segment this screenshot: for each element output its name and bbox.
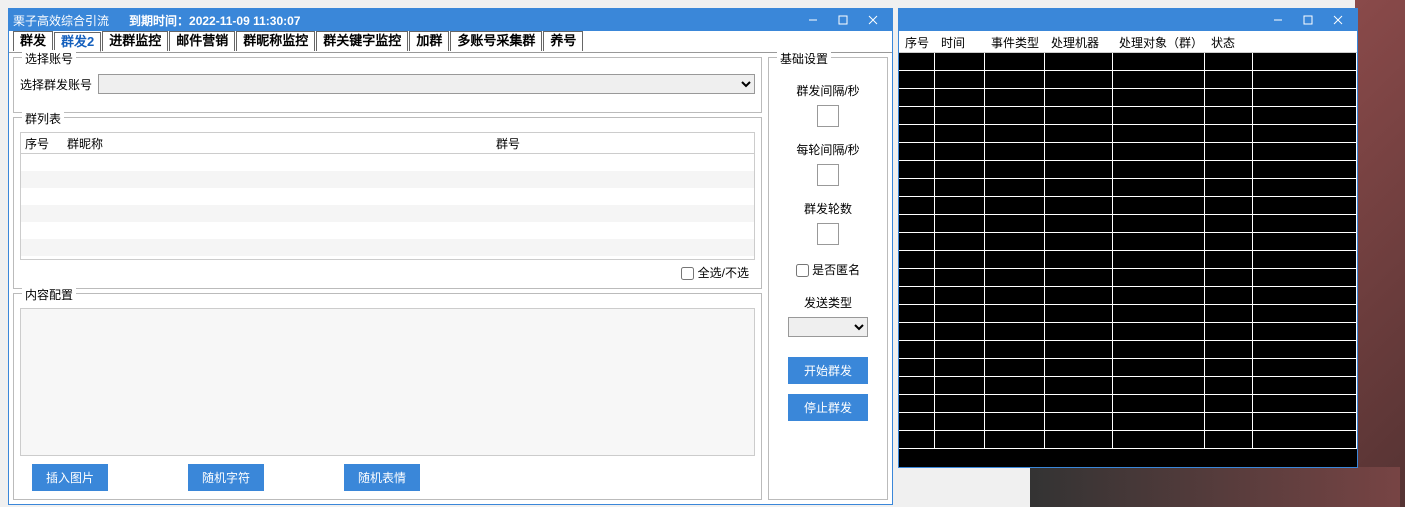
round-interval-label: 每轮间隔/秒 [775,141,881,158]
select-all-label: 全选/不选 [698,266,749,280]
log-header: 序号 时间 事件类型 处理机器人 处理对象（群） 状态 [899,31,1357,53]
settings-groupbox: 基础设置 群发间隔/秒 每轮间隔/秒 群发轮数 是否匿名 [768,57,888,500]
grouplist-box-title: 群列表 [22,110,64,127]
random-emoji-button[interactable]: 随机表情 [344,464,420,491]
log-minimize-button[interactable] [1263,9,1293,31]
anonymous-checkbox[interactable] [796,264,809,277]
rounds-label: 群发轮数 [775,200,881,217]
send-type-select[interactable] [788,317,868,337]
tab-1[interactable]: 群发2 [54,32,101,52]
log-col-target: 处理对象（群） [1113,31,1205,52]
log-col-time: 时间 [935,31,985,52]
random-text-button[interactable]: 随机字符 [188,464,264,491]
select-all-checkbox[interactable] [681,267,694,280]
tab-4[interactable]: 群昵称监控 [236,31,315,51]
col-nickname: 群昵称 [65,135,494,152]
close-button[interactable] [858,9,888,31]
tab-6[interactable]: 加群 [409,31,449,51]
send-interval-label: 群发间隔/秒 [775,82,881,99]
log-maximize-button[interactable] [1293,9,1323,31]
tab-7[interactable]: 多账号采集群 [450,31,542,51]
minimize-button[interactable] [798,9,828,31]
content-textarea[interactable] [20,308,755,456]
anonymous-label: 是否匿名 [812,263,860,277]
app-title: 栗子高效综合引流 [13,12,109,29]
col-groupid: 群号 [494,135,754,152]
log-col-index: 序号 [899,31,935,52]
log-close-button[interactable] [1323,9,1353,31]
col-index: 序号 [21,135,65,152]
log-col-status: 状态 [1205,31,1253,52]
account-select-label: 选择群发账号 [20,76,92,93]
grouplist-header: 序号 群昵称 群号 [20,132,755,154]
log-grid[interactable] [899,53,1357,467]
tab-8[interactable]: 养号 [543,31,583,51]
send-type-label: 发送类型 [775,294,881,311]
log-col-bot: 处理机器人 [1045,31,1113,52]
account-box-title: 选择账号 [22,50,76,67]
tab-0[interactable]: 群发 [13,31,53,51]
settings-box-title: 基础设置 [777,50,831,67]
start-button[interactable]: 开始群发 [788,357,868,384]
grouplist-body[interactable] [20,154,755,260]
log-titlebar [899,9,1357,31]
grouplist-groupbox: 群列表 序号 群昵称 群号 全选/不选 [13,117,762,289]
log-window: 序号 时间 事件类型 处理机器人 处理对象（群） 状态 [898,8,1358,468]
account-select[interactable] [98,74,755,94]
tab-3[interactable]: 邮件营销 [169,31,235,51]
rounds-input[interactable] [817,223,839,245]
content-box-title: 内容配置 [22,286,76,303]
maximize-button[interactable] [828,9,858,31]
round-interval-input[interactable] [817,164,839,186]
stop-button[interactable]: 停止群发 [788,394,868,421]
main-window: 栗子高效综合引流 到期时间：2022-11-09 11:30:07 群发群发2进… [8,8,893,505]
content-groupbox: 内容配置 插入图片 随机字符 随机表情 [13,293,762,500]
insert-image-button[interactable]: 插入图片 [32,464,108,491]
tab-5[interactable]: 群关键字监控 [316,31,408,51]
account-groupbox: 选择账号 选择群发账号 [13,57,762,113]
log-col-event: 事件类型 [985,31,1045,52]
tabs: 群发群发2进群监控邮件营销群昵称监控群关键字监控加群多账号采集群养号 [9,31,892,53]
expire-info: 到期时间：2022-11-09 11:30:07 [129,12,798,29]
send-interval-input[interactable] [817,105,839,127]
tab-2[interactable]: 进群监控 [102,31,168,51]
titlebar: 栗子高效综合引流 到期时间：2022-11-09 11:30:07 [9,9,892,31]
